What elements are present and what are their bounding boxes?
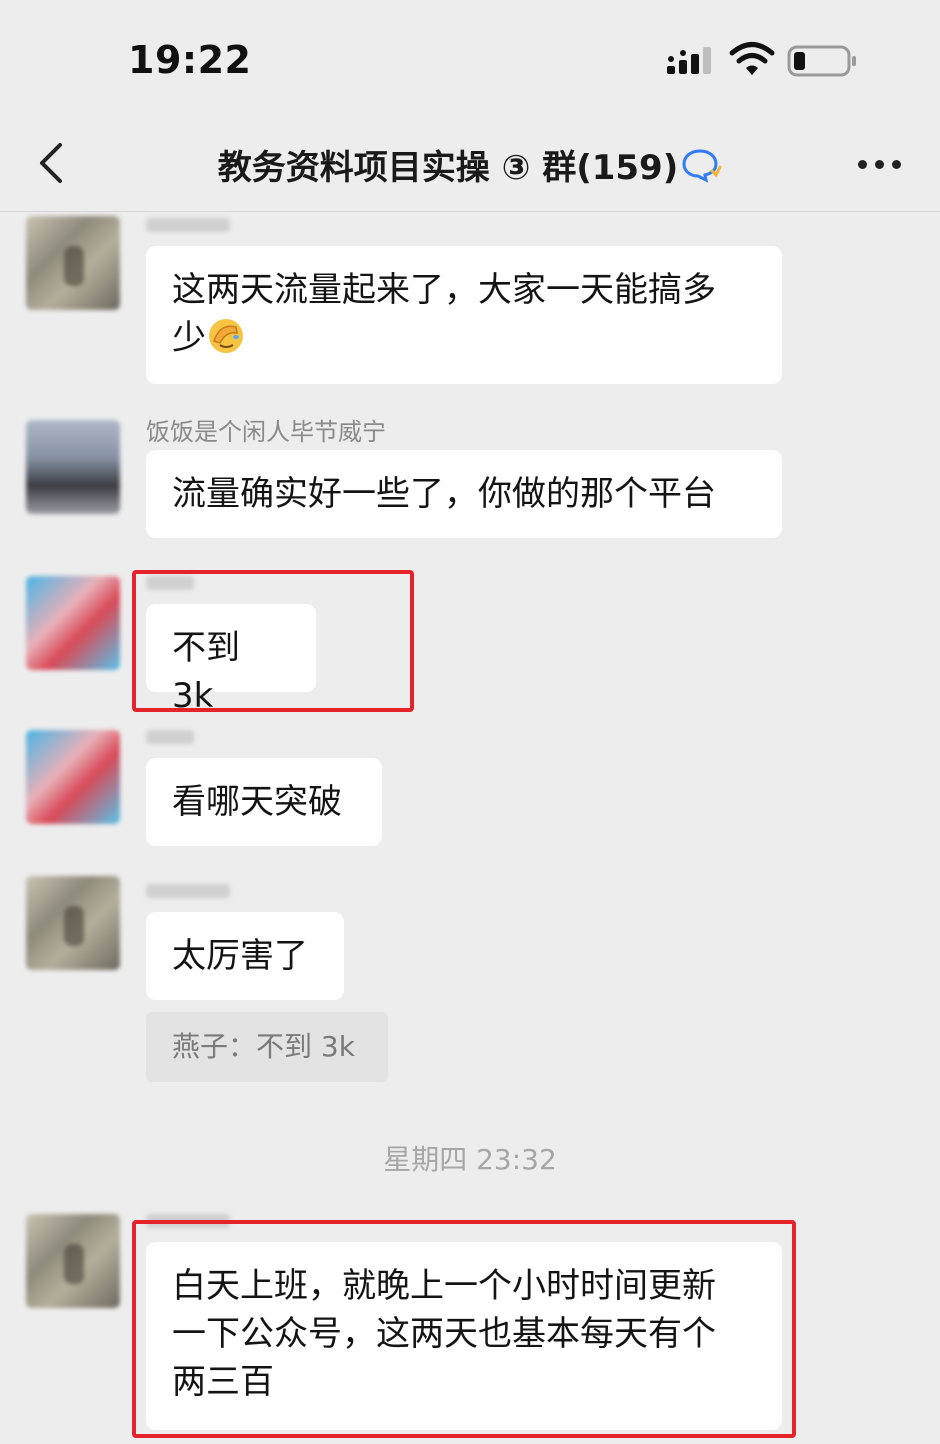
more-icon[interactable] — [850, 138, 910, 188]
member-count: (159) — [576, 148, 679, 188]
message-text: 少 — [172, 318, 206, 358]
signal-icon — [667, 47, 711, 74]
message-timestamp: 星期四 23:32 — [383, 1143, 557, 1176]
sender-name — [146, 218, 230, 232]
message-text: 太厉害了 — [172, 936, 308, 976]
sender-name: 饭饭是个闲人毕节威宁 — [146, 418, 386, 446]
message-bubble[interactable]: 看哪天突破 — [146, 758, 382, 846]
message-text: 这两天流量起来了，大家一天能搞多 — [172, 270, 716, 310]
chat-bubble-icon[interactable] — [682, 147, 722, 183]
group-name: 教务资料项目实操 ③ 群 — [217, 148, 577, 188]
message-text: 白天上班，就晚上一个小时时间更新 — [172, 1266, 716, 1306]
message-text: 看哪天突破 — [172, 782, 342, 822]
status-time: 19:22 — [128, 38, 252, 82]
quoted-message[interactable]: 燕子：不到 3k — [146, 1012, 388, 1082]
facepalm-emoji — [209, 319, 243, 353]
message-text: 一下公众号，这两天也基本每天有个 — [172, 1314, 716, 1354]
sender-name — [146, 576, 194, 590]
message-text: 不到 3k — [172, 628, 240, 716]
message-bubble[interactable]: 太厉害了 — [146, 912, 344, 1000]
avatar[interactable] — [26, 216, 120, 310]
message-text: 两三百 — [172, 1362, 274, 1402]
avatar[interactable] — [26, 420, 120, 514]
message-bubble[interactable]: 流量确实好一些了，你做的那个平台 — [146, 450, 782, 538]
nav-bar: 教务资料项目实操 ③ 群(159) — [0, 120, 940, 212]
avatar[interactable] — [26, 1214, 120, 1308]
avatar[interactable] — [26, 730, 120, 824]
message-text: 流量确实好一些了，你做的那个平台 — [172, 474, 716, 514]
wifi-icon — [729, 42, 775, 75]
avatar[interactable] — [26, 576, 120, 670]
sender-name — [146, 884, 230, 898]
chat-title: 教务资料项目实操 ③ 群(159) — [0, 140, 940, 189]
message-bubble[interactable]: 这两天流量起来了，大家一天能搞多 少 — [146, 246, 782, 384]
status-bar: 19:22 — [0, 0, 940, 120]
battery-icon — [787, 45, 856, 77]
sender-name — [146, 730, 194, 744]
avatar[interactable] — [26, 876, 120, 970]
message-bubble[interactable]: 白天上班，就晚上一个小时时间更新 一下公众号，这两天也基本每天有个 两三百 — [146, 1242, 782, 1430]
sender-name — [146, 1214, 230, 1228]
message-bubble[interactable]: 不到 3k — [146, 604, 316, 716]
